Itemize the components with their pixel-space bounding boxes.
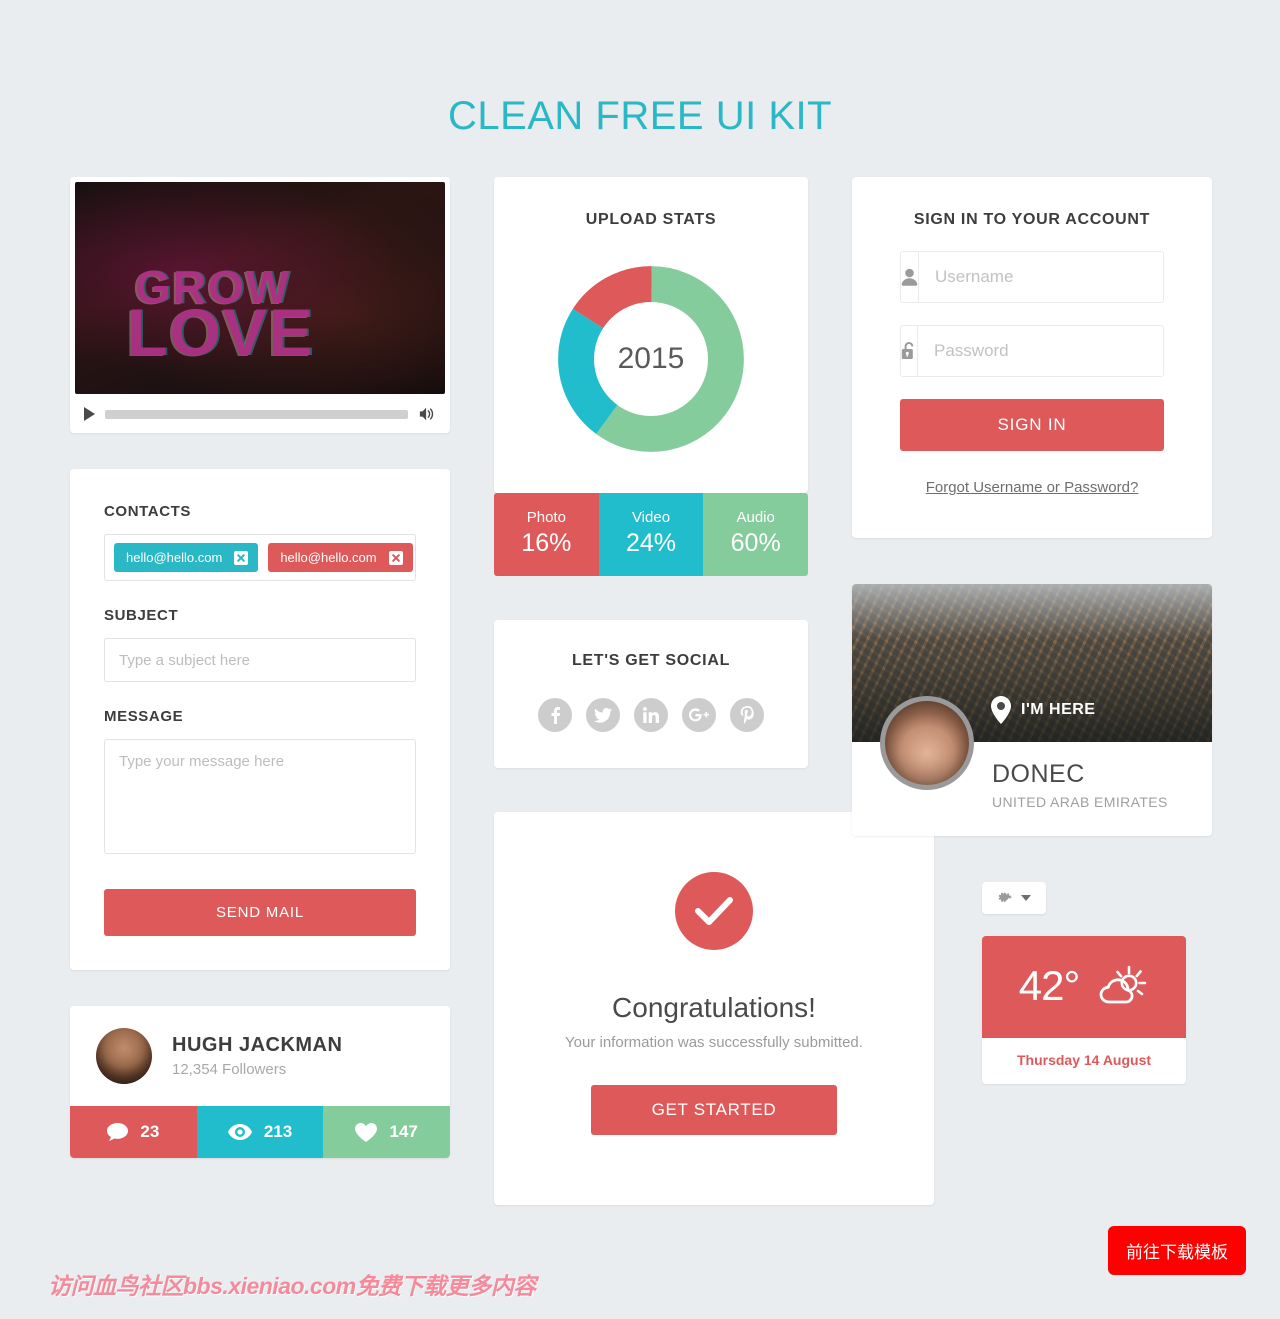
pinterest-icon[interactable] — [730, 698, 764, 732]
video-thumbnail[interactable]: GROW LOVE — [75, 182, 445, 394]
donut-chart: 2015 — [553, 261, 749, 457]
main-layout: GROW LOVE CONTACTS hello@hello.com hello… — [0, 139, 1280, 1205]
person-header: HUGH JACKMAN 12,354 Followers — [70, 1006, 450, 1106]
username-input[interactable] — [919, 252, 1172, 302]
signin-card: SIGN IN TO YOUR ACCOUNT Username SIGN IN… — [852, 177, 1212, 538]
social-card: LET'S GET SOCIAL — [494, 620, 808, 768]
social-heading: LET'S GET SOCIAL — [571, 652, 731, 669]
username-field-row[interactable] — [900, 251, 1172, 303]
forgot-password-link[interactable]: Forgot Username or Password? — [900, 479, 1164, 496]
legend-photo[interactable]: Photo 16% — [494, 493, 599, 576]
legend-photo-value: 16% — [521, 529, 572, 557]
user-icon — [901, 252, 919, 302]
views-stat[interactable]: 213 — [196, 1106, 324, 1158]
map-pin-icon — [991, 696, 1011, 724]
check-circle — [675, 872, 753, 950]
contact-tag-email: hello@hello.com — [126, 550, 223, 565]
views-value: 213 — [263, 1122, 293, 1141]
twitter-icon[interactable] — [586, 698, 620, 732]
contacts-label: CONTACTS — [104, 503, 192, 520]
comments-value: 23 — [140, 1122, 160, 1141]
weather-block: 42° Thursday 14 August — [982, 882, 1186, 1084]
upload-stats-legend-bar: Photo 16% Video 24% Audio 60% — [494, 493, 808, 576]
avatar — [96, 1028, 152, 1084]
message-textarea[interactable] — [104, 739, 416, 854]
legend-photo-label: Photo — [526, 509, 566, 526]
legend-video-value: 24% — [625, 529, 677, 557]
person-name: HUGH JACKMAN — [172, 1034, 343, 1056]
likes-value: 147 — [389, 1122, 418, 1141]
location-pin-row: I'M HERE — [990, 696, 1095, 724]
subject-input[interactable] — [104, 638, 416, 682]
left-column: GROW LOVE CONTACTS hello@hello.com hello… — [70, 177, 450, 1158]
message-label: MESSAGE — [104, 708, 184, 725]
right-column: SIGN IN TO YOUR ACCOUNT Username SIGN IN… — [852, 177, 1212, 1084]
contact-tag[interactable]: hello@hello.com — [268, 543, 413, 572]
city-photo: I'M HERE — [852, 584, 1212, 790]
close-icon[interactable] — [388, 550, 403, 565]
watermark-text: 访问血鸟社区bbs.xieniao.com免费下载更多内容 — [48, 1273, 536, 1299]
legend-audio-label: Audio — [736, 509, 775, 526]
video-player-card: GROW LOVE — [70, 177, 450, 433]
download-template-button[interactable]: 前往下载模板 — [1108, 1226, 1246, 1275]
location-name: DONEC — [992, 760, 1085, 788]
legend-audio-value: 60% — [730, 529, 781, 557]
person-stats-row: 23 213 147 — [70, 1106, 450, 1158]
sun-behind-cloud-icon — [1099, 965, 1147, 1004]
contact-form-card: CONTACTS hello@hello.com hello@hello.com… — [70, 469, 450, 970]
location-country: UNITED ARAB EMIRATES — [992, 794, 1168, 810]
social-icon-row — [494, 698, 808, 732]
location-pin-text: I'M HERE — [1021, 701, 1096, 718]
eye-icon — [227, 1124, 252, 1140]
facebook-icon[interactable] — [538, 698, 572, 732]
avatar — [880, 696, 974, 790]
middle-column: UPLOAD STATS 2015 Photo 16% Video 24% Au… — [494, 177, 934, 1205]
close-icon[interactable] — [234, 550, 249, 565]
page-title: CLEAN FREE UI KIT — [447, 94, 833, 138]
get-started-button[interactable]: GET STARTED — [591, 1085, 837, 1135]
settings-dropdown-button[interactable] — [982, 882, 1046, 914]
volume-icon[interactable] — [418, 406, 436, 422]
upload-stats-card: UPLOAD STATS 2015 — [494, 177, 808, 493]
video-overlay-line2: LOVE — [127, 295, 315, 369]
donut-chart-wrap: 2015 — [494, 261, 808, 457]
comment-icon — [107, 1123, 129, 1141]
contacts-tag-box[interactable]: hello@hello.com hello@hello.com — [104, 534, 416, 581]
upload-stats-block: UPLOAD STATS 2015 Photo 16% Video 24% Au… — [494, 177, 808, 576]
donut-center-label: 2015 — [594, 302, 708, 416]
legend-video-label: Video — [631, 509, 671, 526]
video-progress-bar[interactable] — [105, 409, 408, 419]
upload-stats-heading: UPLOAD STATS — [585, 211, 717, 228]
video-controls — [75, 400, 445, 428]
gear-icon — [998, 892, 1012, 903]
heart-icon — [355, 1122, 378, 1142]
person-text: HUGH JACKMAN 12,354 Followers — [172, 1034, 342, 1078]
weather-date: Thursday 14 August — [1016, 1052, 1152, 1068]
googleplus-icon[interactable] — [682, 698, 716, 732]
legend-video[interactable]: Video 24% — [598, 493, 704, 576]
password-field-row[interactable] — [900, 325, 1171, 377]
linkedin-icon[interactable] — [634, 698, 668, 732]
location-profile-card: I'M HERE DONEC UNITED ARAB EMIRATES — [852, 584, 1212, 836]
sign-in-button[interactable]: SIGN IN — [900, 399, 1164, 451]
likes-stat[interactable]: 147 — [323, 1106, 450, 1158]
lock-icon — [901, 326, 918, 376]
legend-audio[interactable]: Audio 60% — [703, 493, 808, 576]
weather-temperature: 42° — [1018, 962, 1081, 1009]
weather-card: 42° Thursday 14 August — [982, 936, 1186, 1084]
contact-tag[interactable]: hello@hello.com — [114, 543, 259, 572]
person-followers: 12,354 Followers — [172, 1061, 287, 1078]
chevron-down-icon — [1021, 895, 1031, 901]
weather-current: 42° — [982, 936, 1186, 1038]
play-icon[interactable] — [84, 407, 95, 421]
contact-tag-email: hello@hello.com — [280, 550, 377, 565]
subject-label: SUBJECT — [104, 607, 179, 624]
signin-heading: SIGN IN TO YOUR ACCOUNT — [913, 211, 1151, 228]
person-profile-card: HUGH JACKMAN 12,354 Followers 23 213 147 — [70, 1006, 450, 1158]
send-mail-button[interactable]: SEND MAIL — [104, 889, 416, 936]
check-icon — [695, 897, 733, 925]
password-input[interactable] — [918, 326, 1171, 376]
comments-stat[interactable]: 23 — [70, 1106, 197, 1158]
